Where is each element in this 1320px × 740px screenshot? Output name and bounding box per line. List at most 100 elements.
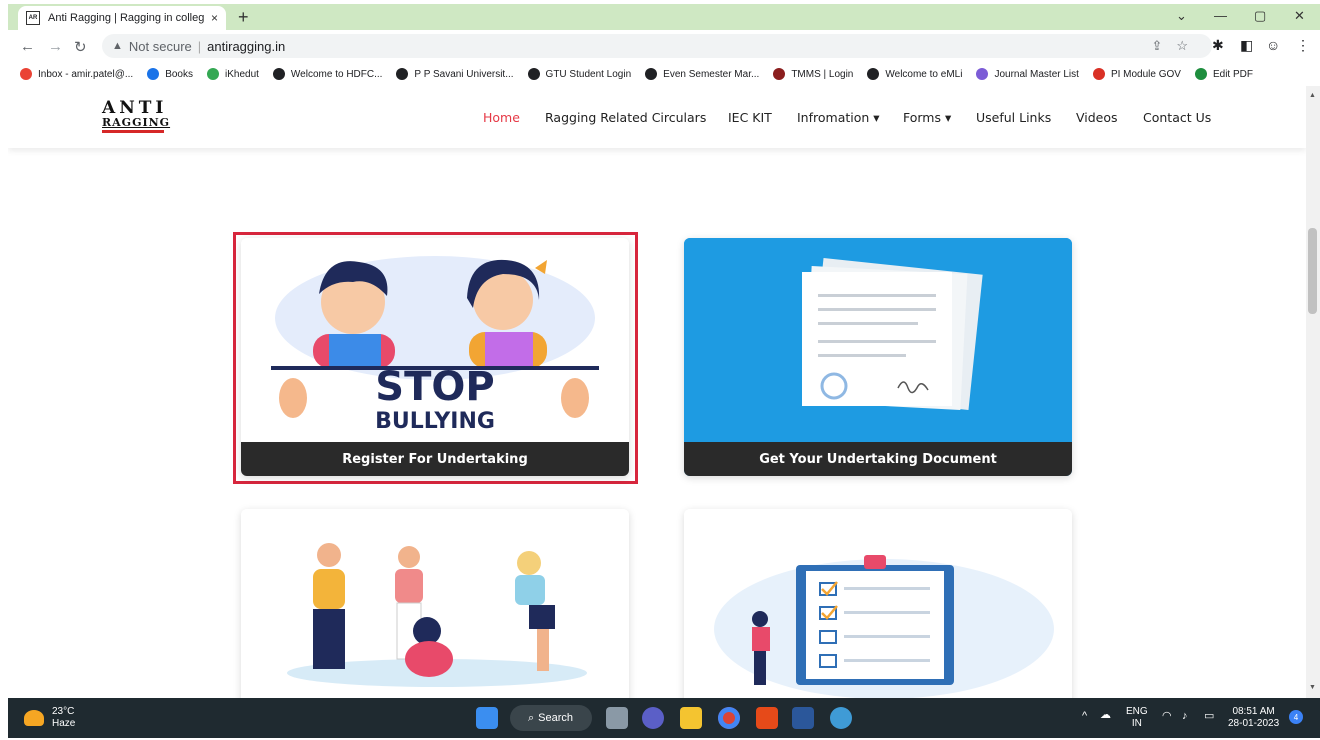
nav-contact-us[interactable]: Contact Us — [1143, 110, 1211, 125]
stop-bullying-illustration: STOP BULLYING — [241, 238, 629, 442]
nav-forms-dropdown[interactable]: Forms ▾ — [903, 110, 951, 125]
weather-widget[interactable]: 23°C Haze — [24, 706, 75, 730]
page-scrollbar[interactable]: ▲ ▼ — [1306, 86, 1320, 698]
bookmark-item[interactable]: Journal Master List — [976, 68, 1079, 80]
nav-ragging-circulars[interactable]: Ragging Related Circulars — [545, 110, 706, 125]
bookmark-item[interactable]: Even Semester Mar... — [645, 68, 759, 80]
reload-icon[interactable]: ↻ — [74, 38, 87, 56]
share-and-bookmark-icons[interactable]: ⇪☆ — [1151, 38, 1202, 54]
bookmark-label: TMMS | Login — [791, 68, 854, 80]
get-undertaking-document-caption[interactable]: Get Your Undertaking Document — [684, 442, 1072, 476]
new-tab-button[interactable]: + — [238, 7, 249, 28]
close-window-button[interactable]: ✕ — [1294, 8, 1305, 24]
teams-chat-icon[interactable] — [642, 707, 664, 729]
site-logo[interactable]: ANTI RAGGING — [102, 100, 169, 136]
file-explorer-icon[interactable] — [680, 707, 702, 729]
checklist-card[interactable] — [684, 509, 1072, 698]
clock-date: 28-01-2023 — [1228, 718, 1280, 729]
globe-app-icon[interactable] — [830, 707, 852, 729]
browser-toolbar: ← → ↻ ▲ Not secure | antiragging.in ⇪☆ ✱… — [8, 30, 1320, 62]
back-arrow-icon[interactable]: ← — [20, 38, 35, 55]
battery-icon[interactable]: ▭ — [1204, 710, 1214, 722]
taskbar-search[interactable]: ⌕ Search — [510, 705, 592, 731]
scroll-up-arrow-icon[interactable]: ▲ — [1309, 92, 1316, 99]
register-undertaking-caption[interactable]: Register For Undertaking — [241, 442, 629, 476]
bookmark-item[interactable]: Books — [147, 68, 193, 80]
minimize-button[interactable]: — — [1214, 8, 1227, 23]
search-label: Search — [538, 712, 574, 724]
nav-information-dropdown[interactable]: Infromation ▾ — [797, 110, 880, 125]
globe-icon — [396, 68, 409, 80]
globe-icon — [867, 68, 880, 80]
globe-icon — [272, 68, 285, 80]
journal-icon — [976, 68, 989, 80]
site-favicon-icon: AR — [26, 11, 40, 25]
site-header: ANTI RAGGING Home Ragging Related Circul… — [8, 86, 1306, 148]
browser-tab[interactable]: AR Anti Ragging | Ragging in colleg × — [18, 6, 226, 30]
maximize-button[interactable]: ▢ — [1254, 8, 1266, 24]
bookmark-item[interactable]: P P Savani Universit... — [396, 68, 514, 80]
bookmark-label: Journal Master List — [994, 68, 1079, 80]
bookmark-label: iKhedut — [225, 68, 259, 80]
extensions-puzzle-icon[interactable]: ✱ — [1212, 37, 1224, 54]
register-undertaking-card[interactable]: STOP BULLYING Register For Undertaking — [241, 238, 629, 476]
globe-icon — [527, 68, 540, 80]
bullying-scene-illustration — [241, 509, 629, 698]
word-icon[interactable] — [792, 707, 814, 729]
security-label: Not secure — [128, 38, 192, 54]
bookmark-item[interactable]: Inbox - amir.patel@... — [20, 68, 133, 80]
webpage: ANTI RAGGING Home Ragging Related Circul… — [8, 86, 1306, 698]
documents-illustration — [684, 238, 1072, 442]
bookmark-label: GTU Student Login — [545, 68, 632, 80]
url-text: antiragging.in — [207, 38, 286, 54]
language-indicator[interactable]: ENG IN — [1126, 706, 1148, 730]
menu-kebab-icon[interactable]: ⋮ — [1296, 37, 1310, 54]
bookmark-item[interactable]: Welcome to HDFC... — [272, 68, 382, 80]
scroll-down-arrow-icon[interactable]: ▼ — [1309, 684, 1316, 691]
windows-start-icon[interactable] — [476, 707, 498, 729]
bookmark-label: Welcome to eMLi — [885, 68, 963, 80]
tray-overflow-chevron-icon[interactable]: ^ — [1082, 710, 1087, 722]
onedrive-cloud-icon[interactable]: ☁ — [1100, 709, 1111, 721]
language-code: ENG — [1126, 706, 1148, 717]
nav-home[interactable]: Home — [483, 110, 520, 125]
logo-underline — [102, 130, 164, 133]
tmms-icon — [773, 68, 786, 80]
task-view-icon[interactable] — [606, 707, 628, 729]
nav-useful-links[interactable]: Useful Links — [976, 110, 1051, 125]
bookmark-item[interactable]: TMMS | Login — [773, 68, 853, 80]
bookmark-item[interactable]: PI Module GOV — [1092, 68, 1181, 80]
scrollbar-thumb[interactable] — [1308, 228, 1317, 314]
side-panel-icon[interactable]: ◧ — [1240, 37, 1253, 54]
chrome-icon[interactable] — [718, 707, 740, 729]
nav-iec-kit[interactable]: IEC KIT — [728, 110, 772, 125]
bookmarks-bar: Inbox - amir.patel@... Books iKhedut Welcom… — [8, 62, 1320, 86]
bookmark-label: P P Savani Universit... — [414, 68, 514, 80]
office-icon[interactable] — [756, 707, 778, 729]
address-separator: | — [197, 38, 202, 54]
volume-icon[interactable]: ♪ — [1182, 710, 1188, 722]
bookmark-item[interactable]: iKhedut — [207, 68, 259, 80]
bookmark-item[interactable]: GTU Student Login — [527, 68, 632, 80]
tab-close-icon[interactable]: × — [211, 11, 218, 25]
bullying-awareness-card[interactable] — [241, 509, 629, 698]
address-bar[interactable]: ▲ Not secure | antiragging.in ⇪☆ — [102, 34, 1212, 58]
windows-taskbar: 23°C Haze ⌕ Search ^ ☁ ENG IN ◠ ♪ ▭ 08:5… — [8, 698, 1320, 738]
edit-pdf-icon — [1194, 68, 1207, 80]
gmail-icon — [20, 68, 32, 80]
forward-arrow-icon[interactable]: → — [48, 38, 63, 55]
region-code: IN — [1131, 718, 1142, 729]
notification-badge[interactable]: 4 — [1289, 710, 1303, 724]
tab-search-icon[interactable]: ⌄ — [1176, 8, 1187, 24]
get-undertaking-document-card[interactable]: Get Your Undertaking Document — [684, 238, 1072, 476]
clock[interactable]: 08:51 AM 28-01-2023 — [1228, 706, 1279, 730]
warning-icon[interactable]: ▲ — [112, 40, 123, 52]
bookmark-item[interactable]: Edit PDF — [1194, 68, 1253, 80]
search-icon: ⌕ — [528, 711, 535, 724]
profile-avatar[interactable]: ☺ — [1266, 37, 1280, 53]
bookmark-item[interactable]: Welcome to eMLi — [867, 68, 962, 80]
nav-videos[interactable]: Videos — [1076, 110, 1118, 125]
weather-haze-icon — [24, 710, 44, 726]
books-icon — [147, 68, 160, 80]
wifi-icon[interactable]: ◠ — [1162, 710, 1172, 722]
